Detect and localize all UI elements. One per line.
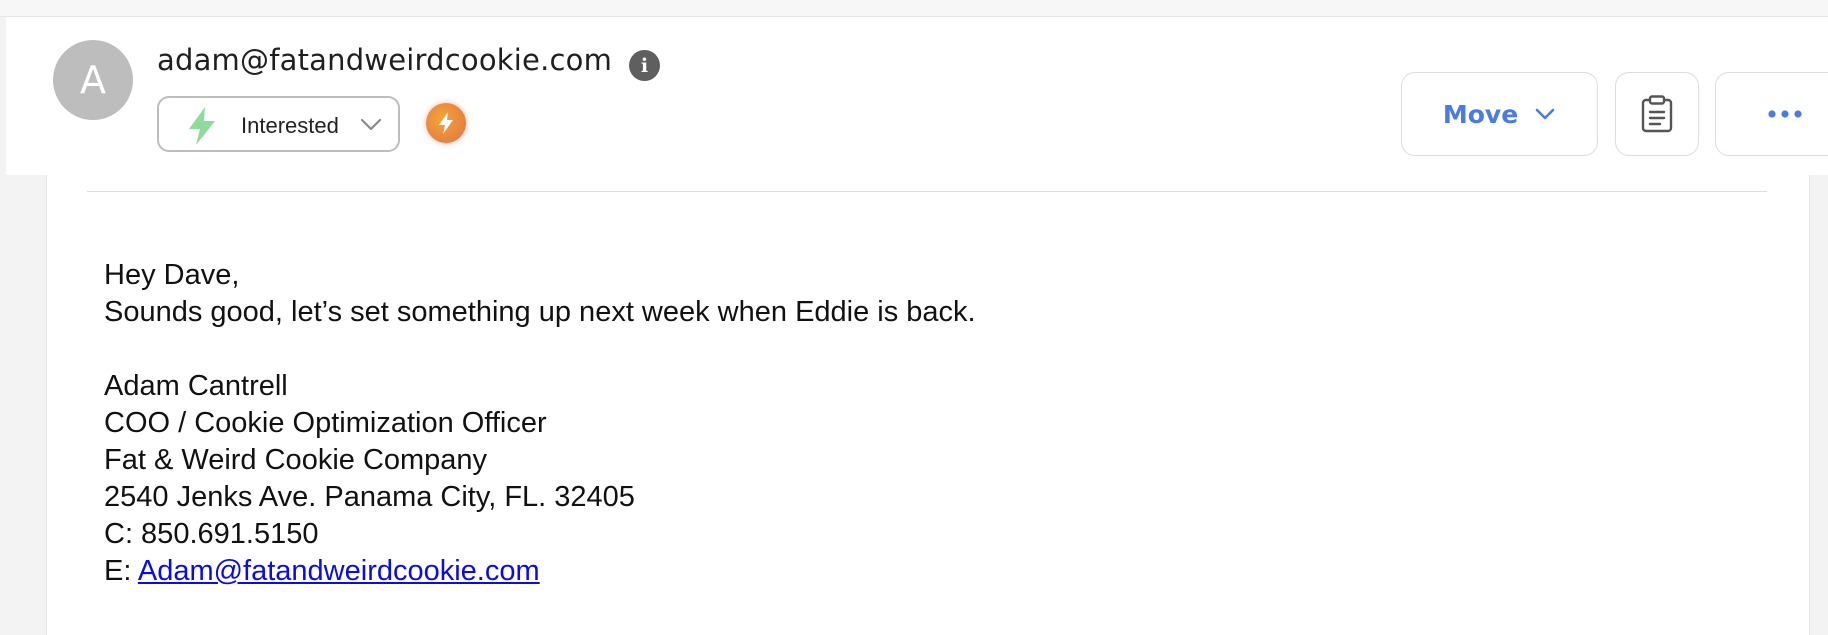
- move-button-label: Move: [1442, 99, 1519, 129]
- info-icon[interactable]: i: [629, 50, 660, 81]
- notes-button[interactable]: [1615, 72, 1699, 156]
- status-dropdown[interactable]: Interested: [157, 96, 400, 152]
- more-horizontal-icon: [1768, 110, 1802, 118]
- signature-email-link[interactable]: Adam@fatandweirdcookie.com: [138, 555, 540, 587]
- chevron-down-icon: [1535, 108, 1555, 120]
- signature-company: Fat & Weird Cookie Company: [104, 444, 488, 476]
- ai-bolt-badge-icon[interactable]: [426, 103, 466, 143]
- divider: [87, 191, 1767, 192]
- greeting: Hey Dave,: [104, 259, 240, 291]
- avatar: A: [53, 40, 133, 120]
- signature-email-prefix: E:: [104, 555, 138, 587]
- top-strip: [0, 0, 1828, 17]
- signature-email-line: E: Adam@fatandweirdcookie.com: [104, 553, 976, 590]
- signature-phone: C: 850.691.5150: [104, 518, 319, 550]
- sender-email: adam@fatandweirdcookie.com: [157, 43, 613, 77]
- more-options-button[interactable]: [1715, 72, 1828, 156]
- move-button[interactable]: Move: [1401, 72, 1598, 156]
- signature-address: 2540 Jenks Ave. Panama City, FL. 32405: [104, 481, 635, 513]
- status-label: Interested: [241, 113, 339, 138]
- message-panel: Hey Dave, Sounds good, let’s set somethi…: [46, 175, 1810, 635]
- bolt-icon: [439, 112, 453, 134]
- chevron-down-icon: [360, 118, 382, 131]
- email-view: A adam@fatandweirdcookie.com i Intereste…: [0, 0, 1828, 635]
- signature-title: COO / Cookie Optimization Officer: [104, 407, 547, 439]
- message-body: Hey Dave, Sounds good, let’s set somethi…: [104, 257, 976, 590]
- lightning-bolt-icon: [189, 107, 215, 145]
- email-header: A adam@fatandweirdcookie.com i Intereste…: [6, 17, 1828, 175]
- clipboard-icon: [1641, 95, 1673, 133]
- message-text: Sounds good, let’s set something up next…: [104, 296, 976, 328]
- signature-name: Adam Cantrell: [104, 370, 288, 402]
